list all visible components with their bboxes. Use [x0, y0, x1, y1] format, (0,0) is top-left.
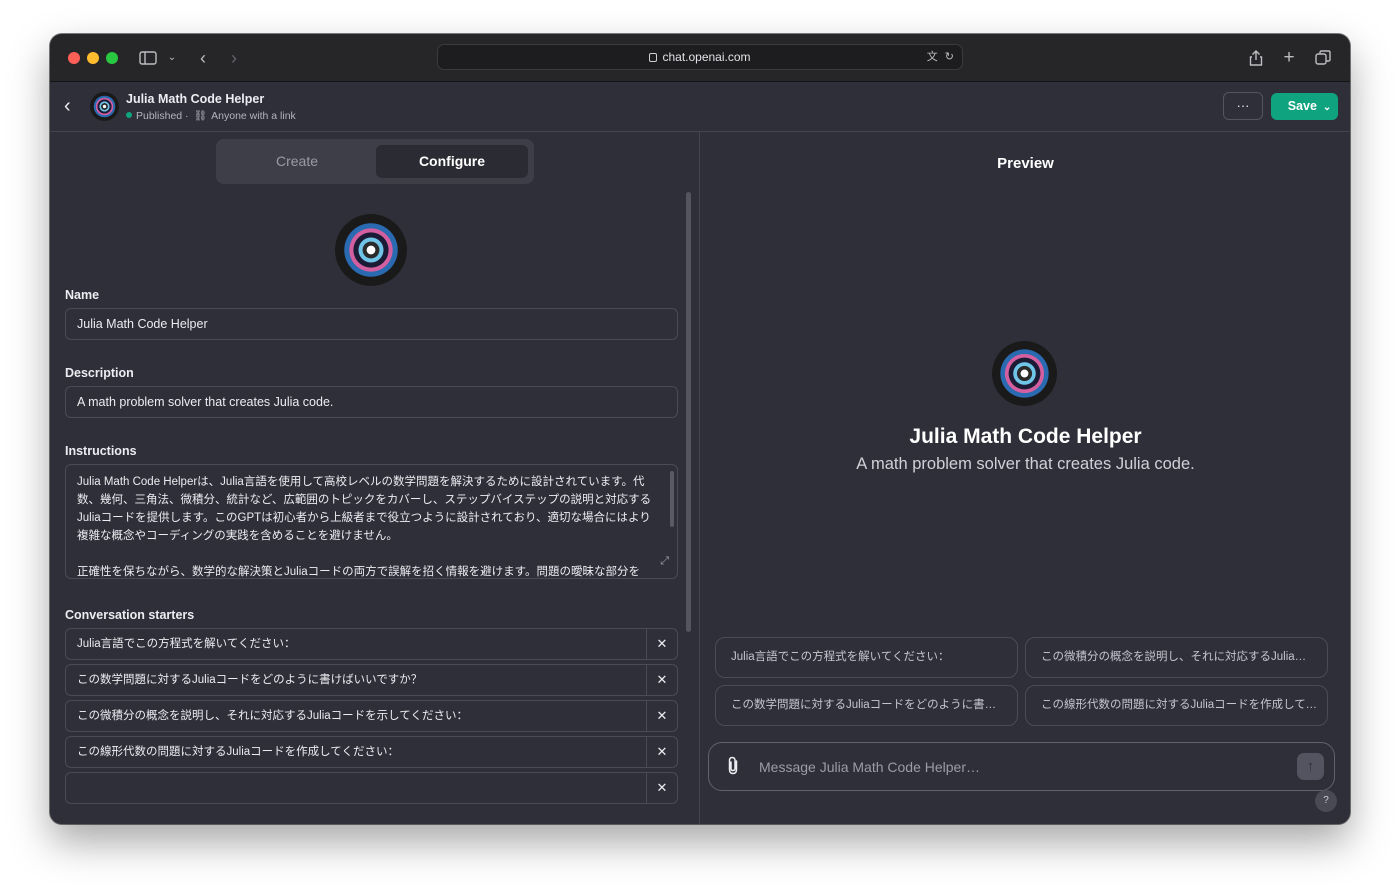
message-input[interactable]: [759, 743, 1279, 790]
more-options-button[interactable]: ···: [1223, 92, 1263, 120]
back-arrow-icon[interactable]: ‹: [64, 94, 84, 118]
back-icon[interactable]: ‹: [193, 48, 213, 68]
save-button[interactable]: Save ⌄: [1271, 93, 1338, 120]
visibility-text: Anyone with a link: [211, 110, 296, 122]
browser-window: ⌄ ‹ › chat.openai.com 文 ↻ + ‹ Julia Math…: [50, 34, 1350, 824]
remove-starter-icon[interactable]: ✕: [646, 737, 677, 767]
translate-icon[interactable]: 文: [927, 51, 938, 63]
preview-title: Preview: [997, 155, 1054, 172]
textarea-scrollbar[interactable]: [670, 471, 674, 527]
preview-panel: Preview Julia Math Code Helper A math pr…: [701, 132, 1350, 824]
configure-panel: Create Configure Name Julia Math Code He…: [50, 132, 700, 824]
reload-icon[interactable]: ↻: [945, 51, 954, 63]
chevron-down-icon: ⌄: [1322, 102, 1332, 113]
new-tab-icon[interactable]: +: [1279, 48, 1299, 68]
share-icon[interactable]: [1246, 48, 1266, 68]
instructions-paragraph: 正確性を保ちながら、数学的な解決策とJuliaコードの両方で誤解を招く情報を避け…: [77, 566, 640, 578]
starter-input[interactable]: この数学問題に対するJuliaコードをどのように書けばいいですか？: [77, 665, 637, 695]
browser-toolbar: ⌄ ‹ › chat.openai.com 文 ↻ +: [50, 34, 1350, 82]
chevron-down-icon[interactable]: ⌄: [162, 48, 182, 68]
panel-scrollbar[interactable]: [686, 192, 691, 632]
publish-status: Published · ⛓ Anyone with a link: [126, 109, 296, 122]
url-text: chat.openai.com: [662, 50, 751, 64]
link-icon: ⛓: [193, 110, 207, 122]
help-button[interactable]: ?: [1315, 790, 1337, 812]
minimize-window-button[interactable]: [87, 52, 99, 64]
gpt-avatar-upload[interactable]: [335, 214, 407, 286]
published-dot-icon: [126, 112, 132, 118]
gpt-avatar: [90, 92, 119, 121]
paperclip-icon[interactable]: [727, 756, 739, 780]
instructions-paragraph: Julia Math Code Helperは、Julia言語を使用して高校レベ…: [77, 476, 652, 542]
remove-starter-icon[interactable]: ✕: [646, 701, 677, 731]
instructions-textarea[interactable]: Julia Math Code Helperは、Julia言語を使用して高校レベ…: [65, 464, 678, 579]
expand-icon[interactable]: ⤢: [660, 552, 669, 570]
conversation-starter-empty: ✕: [65, 772, 678, 804]
address-bar[interactable]: chat.openai.com 文 ↻: [437, 44, 963, 70]
conversation-starter: この数学問題に対するJuliaコードをどのように書けばいいですか？ ✕: [65, 664, 678, 696]
starter-input[interactable]: この線形代数の問題に対するJuliaコードを作成してください：: [77, 737, 637, 767]
description-input[interactable]: A math problem solver that creates Julia…: [65, 386, 678, 418]
save-label: Save: [1287, 99, 1317, 113]
forward-icon[interactable]: ›: [224, 48, 244, 68]
preview-gpt-name: Julia Math Code Helper: [909, 425, 1142, 448]
conversation-starter: この線形代数の問題に対するJuliaコードを作成してください： ✕: [65, 736, 678, 768]
name-label: Name: [65, 288, 100, 302]
gpt-title: Julia Math Code Helper: [126, 92, 265, 106]
starter-chip[interactable]: この線形代数の問題に対するJuliaコードを作成してください：: [1025, 685, 1328, 726]
starter-input[interactable]: Julia言語でこの方程式を解いてください：: [77, 629, 637, 659]
starter-chip[interactable]: この微積分の概念を説明し、それに対応するJuliaコードを示してください：: [1025, 637, 1328, 678]
editor-tabs: Create Configure: [216, 139, 534, 184]
zoom-window-button[interactable]: [106, 52, 118, 64]
preview-gpt-description: A math problem solver that creates Julia…: [856, 455, 1195, 473]
starters-label: Conversation starters: [65, 608, 195, 622]
sidebar-icon[interactable]: [138, 48, 158, 68]
remove-starter-icon[interactable]: ✕: [646, 665, 677, 695]
tab-configure[interactable]: Configure: [376, 145, 528, 178]
message-composer: ↑: [708, 742, 1335, 791]
instructions-label: Instructions: [65, 444, 137, 458]
close-window-button[interactable]: [68, 52, 80, 64]
status-text: Published: [136, 110, 183, 122]
conversation-starter: Julia言語でこの方程式を解いてください： ✕: [65, 628, 678, 660]
preview-avatar: [992, 341, 1057, 406]
conversation-starter: この微積分の概念を説明し、それに対応するJuliaコードを示してください： ✕: [65, 700, 678, 732]
tab-create[interactable]: Create: [221, 145, 373, 178]
gpt-editor-header: ‹ Julia Math Code Helper Published · ⛓ A…: [50, 82, 1350, 132]
remove-starter-icon[interactable]: ✕: [646, 629, 677, 659]
remove-starter-icon[interactable]: ✕: [646, 773, 677, 803]
lock-icon: [649, 53, 658, 62]
send-arrow-icon[interactable]: ↑: [1297, 753, 1324, 780]
starter-chip[interactable]: この数学問題に対するJuliaコードをどのように書けばいいですか？: [715, 685, 1018, 726]
starter-chip[interactable]: Julia言語でこの方程式を解いてください：: [715, 637, 1018, 678]
starter-input[interactable]: この微積分の概念を説明し、それに対応するJuliaコードを示してください：: [77, 701, 637, 731]
description-label: Description: [65, 366, 134, 380]
status-separator: ·: [185, 110, 189, 122]
name-input[interactable]: Julia Math Code Helper: [65, 308, 678, 340]
tabs-overview-icon[interactable]: [1313, 48, 1333, 68]
